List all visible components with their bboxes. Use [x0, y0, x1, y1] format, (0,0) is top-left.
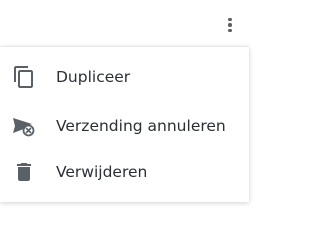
- more-options-button[interactable]: [219, 14, 241, 36]
- more-vertical-icon: [228, 17, 232, 22]
- menu-item-cancel-sending[interactable]: Verzending annuleren: [0, 102, 249, 150]
- menu-item-delete[interactable]: Verwijderen: [0, 148, 249, 196]
- more-vertical-icon-dot: [228, 28, 232, 33]
- menu-item-label: Verzending annuleren: [56, 117, 226, 135]
- copy-icon: [12, 65, 36, 89]
- more-vertical-icon-dot: [228, 23, 232, 27]
- cancel-send-icon: [12, 114, 36, 138]
- menu-item-label: Dupliceer: [56, 68, 131, 86]
- context-menu: Dupliceer Verzending annuleren Verwijder…: [0, 47, 249, 202]
- menu-item-duplicate[interactable]: Dupliceer: [0, 53, 249, 101]
- menu-item-label: Verwijderen: [56, 163, 148, 181]
- top-bar: [0, 0, 249, 46]
- trash-icon: [12, 160, 36, 184]
